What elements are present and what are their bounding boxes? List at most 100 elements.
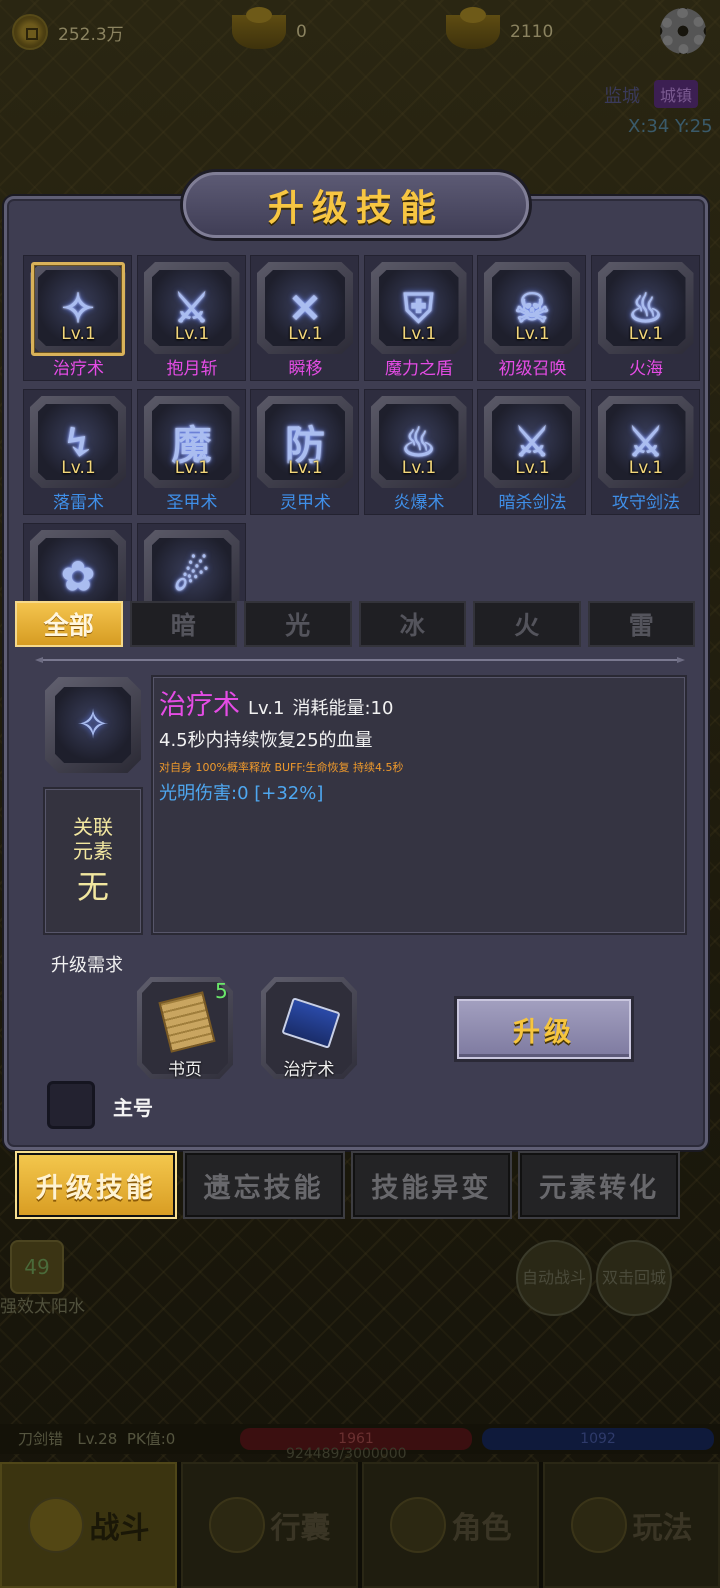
skill-name-label: 初级召唤 (498, 359, 567, 379)
element-filter-tabs: 全部暗光冰火雷 (15, 601, 695, 647)
return-town-button[interactable]: 双击回城 (596, 1240, 672, 1316)
skill-energy-cost: 消耗能量:10 (292, 698, 394, 719)
nav-gameplay-label: 玩法 (632, 1511, 693, 1546)
resource-bar: 252.3万 0 2110 (0, 0, 720, 64)
book-page-name: 书页 (168, 1060, 202, 1080)
skill-name-label: 魔力之盾 (385, 359, 453, 379)
skill-name-label: 圣甲术 (166, 493, 218, 513)
skill-cell[interactable]: 魔 Lv.1 圣甲术 (136, 389, 246, 515)
town-badge: 城镇 (654, 80, 699, 108)
skill-level-label: Lv.1 (401, 324, 437, 344)
silver-resource: 2110 (446, 7, 554, 50)
skill-level-label: Lv.1 (515, 324, 550, 344)
section-divider (35, 657, 685, 663)
nav-battle[interactable]: 战斗 (0, 1462, 177, 1588)
skill-level-label: Lv.1 (401, 458, 437, 478)
skill-cell[interactable]: ↯ Lv.1 落雷术 (23, 389, 132, 515)
dialog-title: 升级技能 (267, 187, 444, 229)
gameplay-icon (570, 1497, 627, 1553)
skill-icon: ☄ (151, 538, 232, 601)
skill-name-label: 暗杀剑法 (498, 493, 567, 513)
skill-level-label: Lv.1 (174, 324, 210, 344)
character-icon (389, 1497, 446, 1553)
tab-element[interactable]: 火 (473, 601, 581, 647)
skill-name-label: 抱月斩 (166, 359, 218, 379)
skill-level-label: Lv.1 (288, 324, 323, 344)
nav-battle-label: 战斗 (89, 1511, 150, 1546)
skill-level-label: Lv.1 (628, 324, 664, 344)
tab-skill-function[interactable]: 技能异变 (350, 1151, 513, 1219)
coordinates: X:34 Y:25 (628, 116, 713, 137)
skill-name-label: 灵甲术 (280, 493, 331, 513)
bottom-nav: 战斗 行囊 角色 玩法 (0, 1462, 720, 1588)
nav-gameplay[interactable]: 玩法 (543, 1462, 720, 1588)
book-page-icon (158, 991, 216, 1053)
skill-buff: 对自身 100%概率释放 BUFF:生命恢复 持续4.5秒 (159, 761, 404, 774)
skill-cell[interactable]: ✕ Lv.1 瞬移 (250, 255, 359, 381)
requirements-label: 升级需求 (51, 955, 123, 976)
skill-header-line: 治疗术 Lv.1 消耗能量:10 (159, 683, 679, 722)
bag-icon (208, 1497, 265, 1553)
related-element-value: 无 (76, 868, 109, 906)
skill-cell[interactable]: ✧ Lv.1 治疗术 (23, 255, 132, 381)
skill-name: 治疗术 (159, 690, 240, 721)
skill-book-icon (281, 997, 341, 1049)
copper-amount: 252.3万 (58, 24, 124, 45)
skill-level-label: Lv.1 (515, 458, 550, 478)
copper-coin-icon (12, 14, 48, 50)
skill-cell[interactable]: ♨ Lv.1 炎爆术 (363, 389, 473, 515)
skill-level-label: Lv.1 (61, 458, 96, 478)
gold-ingot-icon (232, 7, 286, 49)
skill-cell[interactable]: 防 Lv.1 灵甲术 (250, 389, 359, 515)
tab-skill-function[interactable]: 元素转化 (518, 1151, 680, 1219)
player-info: 刀剑错 Lv.28 PK值:0 (18, 1428, 175, 1449)
tab-element[interactable]: 全部 (15, 601, 123, 647)
silver-amount: 2110 (510, 22, 554, 42)
tab-skill-function[interactable]: 升级技能 (15, 1151, 177, 1219)
skill-grid: ✧ Lv.1 治疗术 ⚔ Lv.1 抱月斩 ✕ Lv.1 瞬移 ⛨ Lv.1 魔力之盾 ☠ Lv.1 初级召… (23, 255, 703, 601)
tab-element[interactable]: 暗 (129, 601, 237, 647)
tab-element[interactable]: 光 (244, 601, 352, 647)
skill-cell[interactable]: ⚔ Lv.1 抱月斩 (136, 255, 246, 381)
skill-function-tabs: 升级技能 遗忘技能 技能异变 元素转化 (15, 1151, 680, 1219)
auto-battle-button[interactable]: 自动战斗 (516, 1240, 592, 1316)
gold-amount: 0 (296, 22, 307, 42)
nav-bag-label: 行囊 (270, 1511, 331, 1546)
skill-icon-frame: ☄ (143, 530, 240, 601)
skill-cell[interactable]: ♨ Lv.1 火海 (590, 255, 700, 381)
player-pk: PK值:0 (126, 1430, 176, 1448)
copper-resource: 252.3万 (12, 14, 124, 50)
location-name: 监城 (604, 86, 640, 107)
tab-element[interactable]: 冰 (358, 601, 466, 647)
skill-damage: 光明伤害:0 [+32%] (159, 783, 324, 804)
skill-effect: 4.5秒内持续恢复25的血量 (159, 730, 373, 751)
upgrade-button[interactable]: 升级 (457, 999, 631, 1059)
skill-description-box: 治疗术 Lv.1 消耗能量:10 4.5秒内持续恢复25的血量 对自身 100%… (151, 675, 687, 935)
skill-level-label: Lv.1 (628, 458, 664, 478)
gear-icon[interactable] (660, 8, 706, 54)
upgrade-skill-dialog: ✧ Lv.1 治疗术 ⚔ Lv.1 抱月斩 ✕ Lv.1 瞬移 ⛨ Lv.1 魔力之盾 ☠ Lv.1 初级召… (4, 196, 708, 1150)
nav-character[interactable]: 角色 (362, 1462, 539, 1588)
skill-cell[interactable]: ⚔ Lv.1 暗杀剑法 (477, 389, 586, 515)
skill-cell[interactable]: ☄ (136, 523, 246, 601)
silver-ingot-icon (446, 7, 500, 49)
tab-skill-function[interactable]: 遗忘技能 (182, 1151, 345, 1219)
tab-element[interactable]: 雷 (587, 601, 695, 647)
gold-resource: 0 (232, 7, 307, 50)
nav-bag[interactable]: 行囊 (181, 1462, 358, 1588)
skill-cell[interactable]: ✿ (23, 523, 132, 601)
skill-cell[interactable]: ⛨ Lv.1 魔力之盾 (363, 255, 473, 381)
skill-cell[interactable]: ⚔ Lv.1 攻守剑法 (590, 389, 700, 515)
battle-icon (27, 1497, 84, 1553)
hud-row: 49 强效太阳水 自动战斗 双击回城 (0, 1226, 720, 1346)
player-name: 刀剑错 (18, 1430, 64, 1448)
skill-name-label: 治疗术 (53, 359, 104, 379)
skill-name-label: 攻守剑法 (612, 493, 680, 513)
main-account-label: 主号 (113, 1096, 153, 1120)
skill-name-label: 炎爆术 (393, 493, 445, 513)
hud-item-label: 强效太阳水 (0, 1297, 85, 1317)
skill-level-label: Lv.1 (61, 324, 96, 344)
main-account-checkbox[interactable] (47, 1081, 95, 1129)
skill-book-name: 治疗术 (283, 1060, 335, 1080)
skill-cell[interactable]: ☠ Lv.1 初级召唤 (477, 255, 586, 381)
